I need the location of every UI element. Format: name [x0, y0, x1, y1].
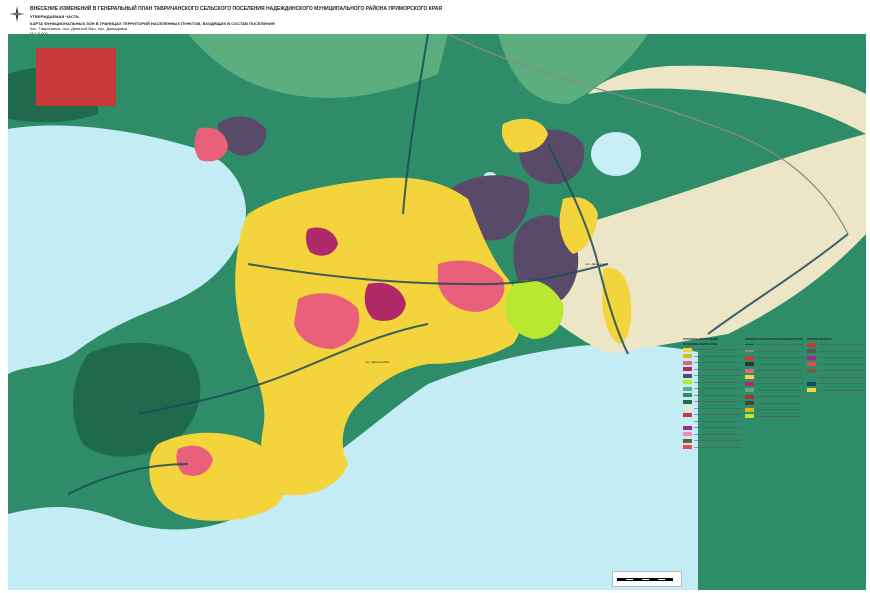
legend-item	[745, 394, 803, 399]
legend-item	[683, 425, 741, 430]
legend-heading: ФУНКЦИОНАЛЬНЫЕ ЗОНЫ	[683, 343, 718, 346]
legend-item	[807, 368, 865, 373]
legend-item	[745, 381, 803, 386]
legend-item	[683, 399, 741, 404]
legend-heading: ОБЪЕКТЫ ТРАНСПОРТНОЙ ИНФРАСТРУКТУРЫ	[745, 338, 803, 341]
legend-item	[745, 362, 803, 367]
legend-item	[683, 393, 741, 398]
map-title-block: ВНЕСЕНИЕ ИЗМЕНЕНИЙ В ГЕНЕРАЛЬНЫЙ ПЛАН ТА…	[30, 6, 510, 36]
legend-item	[807, 388, 865, 393]
legend-item	[683, 354, 741, 359]
legend-item	[683, 367, 741, 372]
legend-item	[807, 362, 865, 367]
legend-item	[745, 342, 803, 347]
special-zone-red	[36, 48, 116, 106]
legend-item	[745, 375, 803, 380]
map-legend: УСЛОВНЫЕ ОБОЗНАЧЕНИЯ ФУНКЦИОНАЛЬНЫЕ ЗОНЫ…	[683, 336, 868, 570]
map-sheet: ВНЕСЕНИЕ ИЗМЕНЕНИЙ В ГЕНЕРАЛЬНЫЙ ПЛАН ТА…	[0, 0, 870, 593]
legend-item	[683, 419, 741, 424]
legend-item	[683, 380, 741, 385]
legend-column-3: ПРОЧИЕ ОБЪЕКТЫ	[807, 336, 865, 394]
map-subtitle-part: УТВЕРЖДАЕМАЯ ЧАСТЬ	[30, 14, 80, 19]
legend-item	[745, 388, 803, 393]
legend-item	[745, 355, 803, 360]
settlement-label-devyaty-val: пос. Девятый Вал	[365, 360, 390, 364]
legend-item	[683, 347, 741, 352]
legend-item	[807, 355, 865, 360]
scale-bar	[612, 571, 682, 587]
legend-item	[683, 438, 741, 443]
legend-item	[683, 373, 741, 378]
legend-item	[683, 386, 741, 391]
legend-heading: ПРОЧИЕ ОБЪЕКТЫ	[807, 338, 832, 341]
legend-item	[683, 360, 741, 365]
legend-heading: УСЛОВНЫЕ ОБОЗНАЧЕНИЯ	[683, 338, 718, 341]
legend-item	[745, 349, 803, 354]
legend-column-1: УСЛОВНЫЕ ОБОЗНАЧЕНИЯ ФУНКЦИОНАЛЬНЫЕ ЗОНЫ	[683, 336, 741, 451]
legend-item	[683, 412, 741, 417]
legend-item	[745, 407, 803, 412]
map-title: ВНЕСЕНИЕ ИЗМЕНЕНИЙ В ГЕНЕРАЛЬНЫЙ ПЛАН ТА…	[30, 6, 442, 12]
legend-item	[807, 342, 865, 347]
legend-column-2: ОБЪЕКТЫ ТРАНСПОРТНОЙ ИНФРАСТРУКТУРЫ	[745, 336, 803, 420]
legend-item	[683, 445, 741, 450]
legend-item	[807, 349, 865, 354]
settlement-label-davydovka: пос. Давыдовка	[585, 262, 607, 266]
legend-item	[745, 401, 803, 406]
legend-item	[807, 381, 865, 386]
legend-item	[683, 432, 741, 437]
legend-item	[807, 375, 865, 380]
legend-item	[683, 406, 741, 411]
legend-item	[745, 414, 803, 419]
lake-east	[591, 132, 641, 176]
legend-item	[745, 368, 803, 373]
north-arrow-icon	[9, 6, 25, 22]
